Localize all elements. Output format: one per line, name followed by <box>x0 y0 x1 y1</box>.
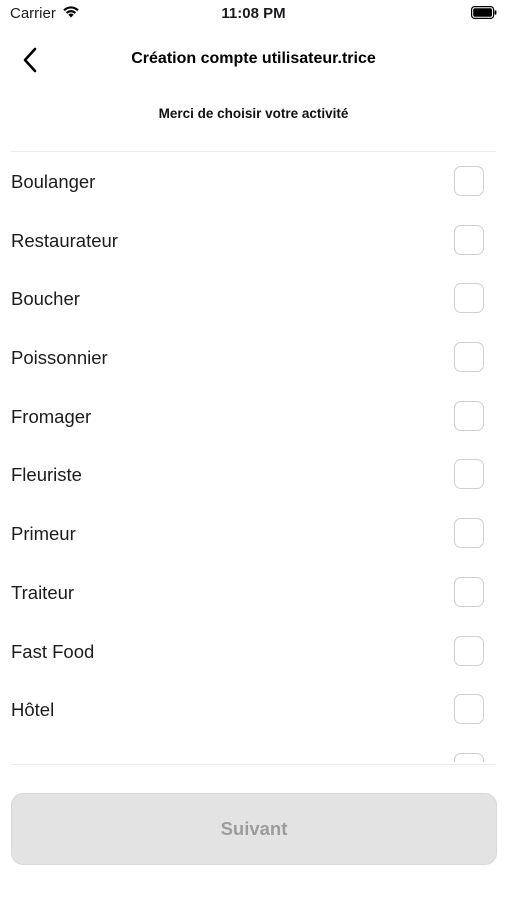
battery-full-icon <box>471 6 497 20</box>
activity-checkbox[interactable] <box>454 224 484 255</box>
activity-row[interactable]: Traiteur <box>0 563 507 622</box>
activity-label: Traiteur <box>11 581 75 603</box>
activity-checkbox[interactable] <box>454 518 484 549</box>
activity-label: Boulanger <box>11 171 96 192</box>
activity-row[interactable]: Boucher <box>0 269 507 328</box>
activity-checkbox[interactable] <box>454 752 484 762</box>
page-title: Création compte utilisateur.trice <box>131 50 376 67</box>
activity-label: Restaurateur <box>11 229 118 251</box>
activity-label: Primeur <box>11 523 76 545</box>
activity-label: Boucher <box>11 288 80 310</box>
bottom-divider <box>11 764 496 765</box>
navigation-bar: Création compte utilisateur.trice <box>0 36 507 84</box>
activity-label: Fromager <box>11 405 92 427</box>
activity-row[interactable]: Poissonnier <box>0 328 507 387</box>
activity-checkbox[interactable] <box>454 342 484 373</box>
activity-row[interactable]: Fleuriste <box>0 445 507 504</box>
activity-label: Fast Food <box>11 640 95 662</box>
next-button[interactable]: Suivant <box>11 793 497 865</box>
activity-row[interactable] <box>0 739 507 762</box>
activity-checkbox[interactable] <box>454 283 484 314</box>
activity-row[interactable]: Primeur <box>0 504 507 563</box>
activity-label: Hôtel <box>11 699 55 721</box>
activity-row[interactable]: Hôtel <box>0 680 507 739</box>
activity-checkbox[interactable] <box>454 635 484 666</box>
activity-row[interactable]: Fast Food <box>0 622 507 681</box>
activity-row[interactable]: Boulanger <box>0 152 507 211</box>
activity-checkbox[interactable] <box>454 166 484 196</box>
activity-list[interactable]: Boulanger Restaurateur Boucher Poissonnier F… <box>0 152 507 762</box>
status-time: 11:08 PM <box>221 5 286 22</box>
instruction-text: Merci de choisir votre activité <box>158 106 349 121</box>
status-bar: Carrier 11:08 PM <box>0 0 507 28</box>
activity-row[interactable]: Restaurateur <box>0 211 507 270</box>
activity-label: Fleuriste <box>11 464 82 486</box>
activity-checkbox[interactable] <box>454 576 484 607</box>
activity-row[interactable]: Fromager <box>0 387 507 446</box>
activity-checkbox[interactable] <box>454 694 484 725</box>
activity-label: Poissonnier <box>11 347 108 369</box>
activity-checkbox[interactable] <box>454 459 484 490</box>
activity-checkbox[interactable] <box>454 400 484 431</box>
